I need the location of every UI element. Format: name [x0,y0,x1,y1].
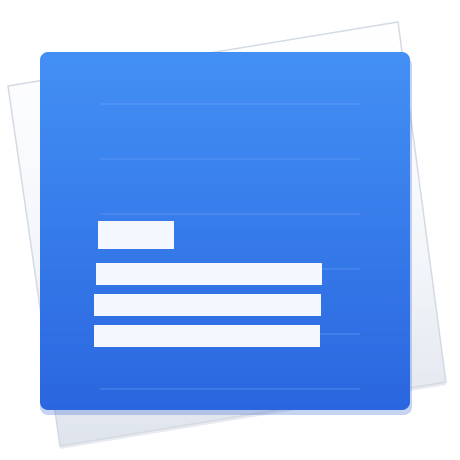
app-icon-stage [0,0,460,460]
text-line [96,263,322,285]
document-app-icon [7,21,447,449]
front-sheet [40,52,412,415]
heading-block [98,221,174,249]
text-line [94,294,321,316]
text-line [94,325,320,347]
